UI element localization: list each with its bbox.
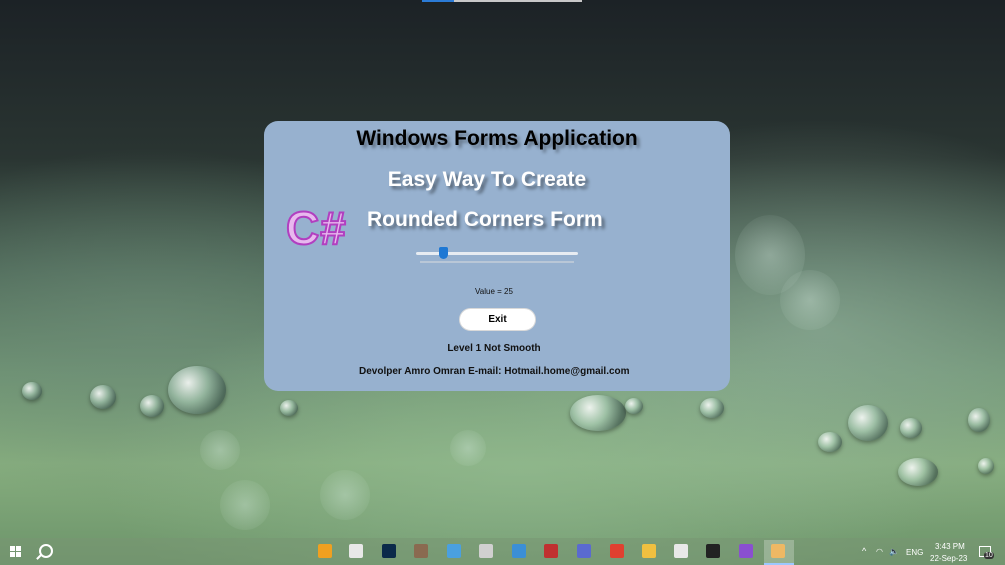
water-drop-blur — [450, 430, 486, 466]
top-progress-line — [422, 0, 582, 2]
photo-icon[interactable] — [413, 543, 429, 559]
water-drop — [968, 408, 990, 432]
obs-icon[interactable] — [705, 543, 721, 559]
exit-button[interactable]: Exit — [459, 308, 536, 331]
app-icon-glyph — [447, 544, 461, 558]
water-drop — [140, 395, 164, 417]
slider-thumb[interactable] — [439, 247, 448, 259]
search-app-icon-glyph — [318, 544, 332, 558]
water-drop-blur — [320, 470, 370, 520]
windows-logo-icon[interactable] — [10, 546, 22, 558]
visual-studio-code-icon[interactable] — [511, 543, 527, 559]
form-title: Windows Forms Application — [356, 127, 638, 150]
settings-icon[interactable] — [673, 543, 689, 559]
store-icon-glyph — [349, 544, 363, 558]
water-drop — [848, 405, 888, 441]
photoshop-icon-glyph — [382, 544, 396, 558]
file-explorer-icon-glyph — [642, 544, 656, 558]
water-drop — [898, 458, 938, 486]
photoshop-icon[interactable] — [381, 543, 397, 559]
water-drop — [280, 400, 298, 416]
water-drop — [978, 458, 994, 474]
notification-count: 10 — [984, 552, 994, 559]
water-drop — [570, 395, 626, 431]
active-app-highlight — [764, 540, 794, 565]
water-drop-blur — [220, 480, 270, 530]
clock-time[interactable]: 3:43 PM — [935, 542, 965, 551]
water-drop — [625, 398, 643, 414]
water-drop — [900, 418, 922, 438]
subtitle-line-2: Rounded Corners Form — [367, 208, 603, 231]
water-drop — [818, 432, 842, 452]
gamepad-icon[interactable] — [478, 543, 494, 559]
rounded-form-window: Windows Forms Application Easy Way To Cr… — [264, 121, 730, 391]
visual-studio-icon[interactable] — [738, 543, 754, 559]
csharp-logo: C# — [285, 201, 347, 255]
gear-blue-icon-glyph — [577, 544, 591, 558]
taskbar — [0, 538, 1005, 565]
visual-studio-icon-glyph — [739, 544, 753, 558]
network-icon[interactable]: ◠ — [876, 547, 883, 556]
water-drop — [22, 382, 42, 400]
obs-icon-glyph — [706, 544, 720, 558]
value-label: Value = 25 — [475, 287, 513, 296]
smoothness-slider[interactable] — [416, 245, 578, 265]
search-app-icon[interactable] — [317, 543, 333, 559]
chevron-up-icon[interactable]: ^ — [862, 546, 866, 556]
app-icon[interactable] — [446, 543, 462, 559]
subtitle-line-1: Easy Way To Create — [387, 168, 587, 191]
visual-studio-code-icon-glyph — [512, 544, 526, 558]
volume-icon[interactable]: 🔈 — [889, 547, 899, 556]
photo-icon-glyph — [414, 544, 428, 558]
settings-icon-glyph — [674, 544, 688, 558]
clock-date[interactable]: 22-Sep-23 — [930, 554, 967, 563]
language-indicator[interactable]: ENG — [906, 548, 923, 557]
level-label: Level 1 Not Smooth — [447, 343, 541, 354]
water-drop-blur — [200, 430, 240, 470]
chrome-icon[interactable] — [609, 543, 625, 559]
gamepad-icon-glyph — [479, 544, 493, 558]
water-drop — [700, 398, 724, 418]
gear-blue-icon[interactable] — [576, 543, 592, 559]
search-icon[interactable] — [39, 544, 53, 558]
tools-icon-glyph — [544, 544, 558, 558]
water-drop-blur — [780, 270, 840, 330]
developer-label: Devolper Amro Omran E-mail: Hotmail.home… — [359, 366, 630, 377]
file-explorer-icon[interactable] — [641, 543, 657, 559]
water-drop — [168, 366, 226, 414]
store-icon[interactable] — [348, 543, 364, 559]
chrome-icon-glyph — [610, 544, 624, 558]
water-drop — [90, 385, 116, 409]
tools-icon[interactable] — [543, 543, 559, 559]
slider-ticks — [420, 261, 574, 263]
